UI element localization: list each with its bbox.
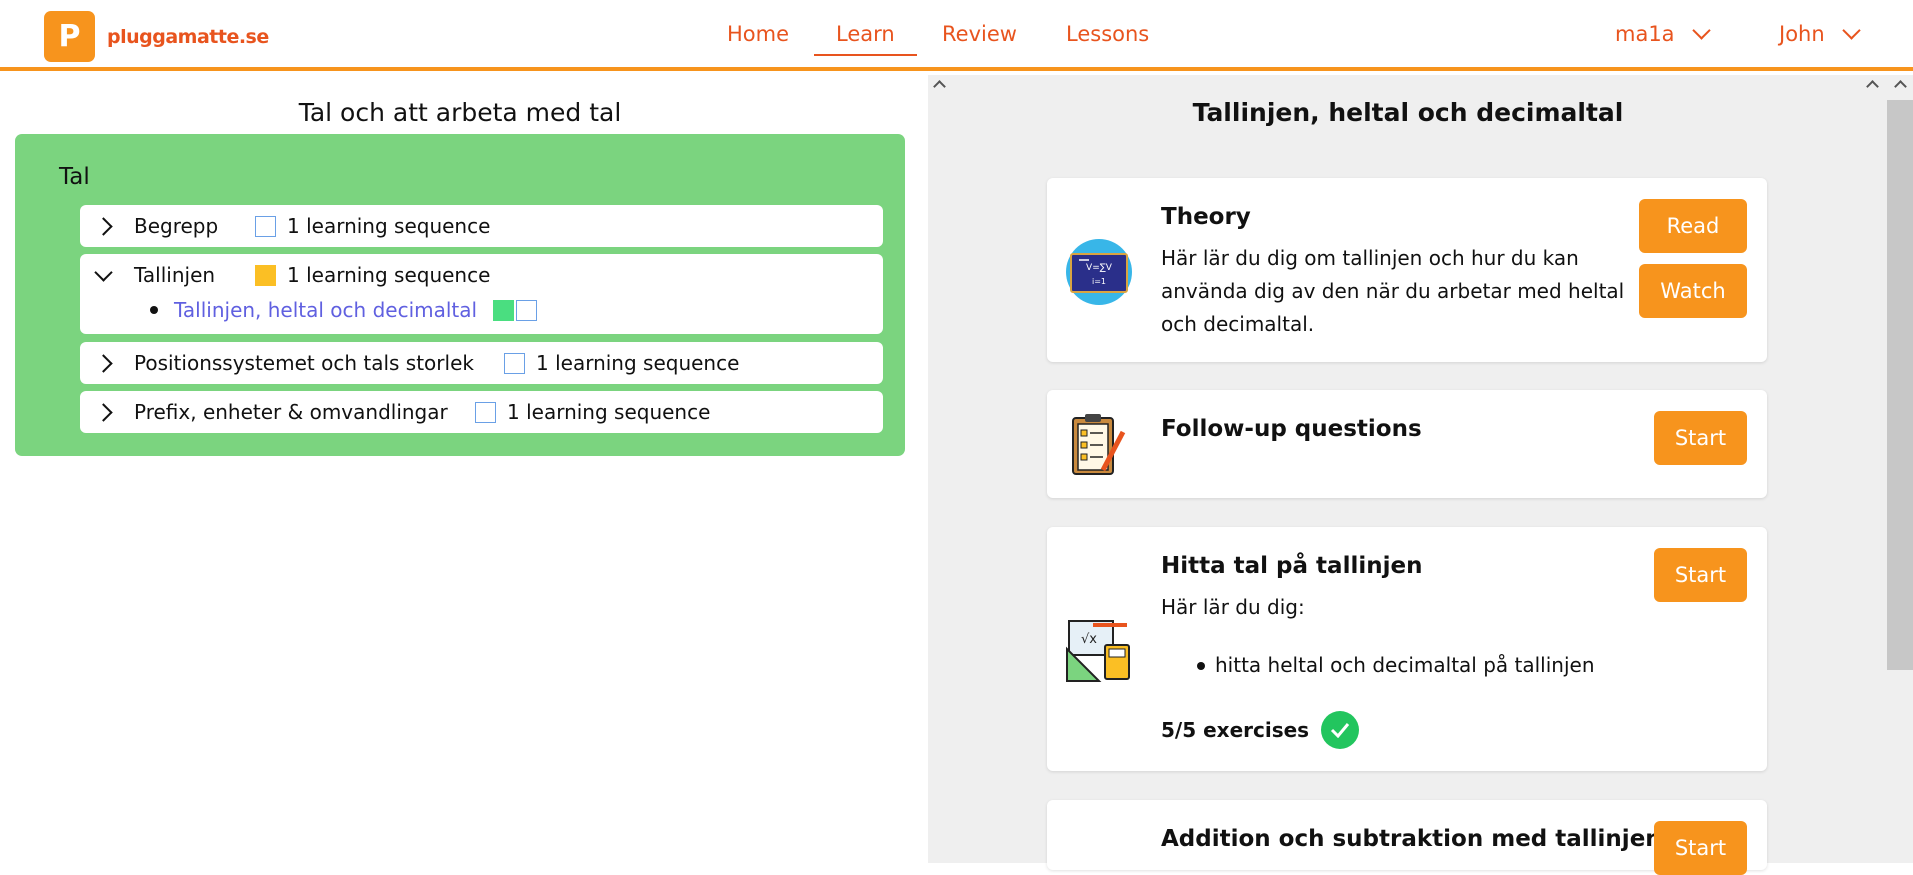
course-menu[interactable]: ma1a (1615, 20, 1711, 46)
section-panel: Tal Begrepp 1 learning sequence Tallinje… (15, 134, 905, 456)
topic-row-positionssystemet[interactable]: Positionssystemet och tals storlek 1 lea… (80, 342, 883, 384)
topic-label: Prefix, enheter & omvandlingar (134, 400, 448, 424)
card-title: Addition och subtraktion med tallinjen (1161, 826, 1662, 852)
sequence-status-icon (475, 401, 496, 423)
card-intro: Här lär du dig: (1161, 595, 1305, 619)
start-button[interactable]: Start (1654, 821, 1747, 875)
nav-review[interactable]: Review (942, 20, 1017, 54)
list-item: Tallinjen, heltal och decimaltal (150, 298, 538, 322)
chevron-down-icon[interactable] (94, 263, 113, 282)
user-menu[interactable]: John (1779, 20, 1861, 46)
exercise-card: √x Hitta tal på tallinjen Här lär du dig… (1047, 527, 1767, 771)
read-button[interactable]: Read (1639, 199, 1747, 253)
topic-label: Begrepp (134, 214, 219, 238)
topic-label: Tallinjen (134, 263, 216, 287)
chevron-down-icon (1841, 20, 1861, 40)
watch-button[interactable]: Watch (1639, 264, 1747, 318)
card-description: Här lär du dig om tallinjen och hur du k… (1161, 246, 1625, 336)
svg-text:i=1: i=1 (1092, 277, 1106, 286)
followup-card: Follow-up questions Start (1047, 390, 1767, 498)
sequence-count: 1 learning sequence (507, 400, 711, 424)
scrollbar-thumb[interactable] (1887, 100, 1913, 670)
lesson-title: Tallinjen, heltal och decimaltal (1192, 98, 1624, 127)
nav-learn[interactable]: Learn (814, 20, 917, 56)
card-title: Theory (1161, 204, 1251, 230)
exercise-card: Addition och subtraktion med tallinjen S… (1047, 800, 1767, 875)
sequence-status-icon (504, 352, 525, 374)
exercise-progress: 5/5 exercises (1161, 711, 1360, 749)
sequence-count: 1 learning sequence (287, 214, 491, 238)
start-button[interactable]: Start (1654, 548, 1747, 602)
user-menu-label: John (1779, 22, 1825, 46)
card-title: Follow-up questions (1161, 416, 1422, 442)
clipboard-icon (1072, 414, 1126, 475)
chevron-right-icon[interactable] (94, 353, 113, 373)
course-menu-label: ma1a (1615, 22, 1675, 46)
chapter-title: Tal och att arbeta med tal (298, 98, 622, 127)
top-header: P pluggamatte.se Home Learn Review Lesso… (0, 0, 1913, 71)
sequence-status-icon (255, 215, 276, 237)
nav-lessons[interactable]: Lessons (1066, 20, 1149, 54)
nav-home[interactable]: Home (727, 20, 789, 54)
progress-done-icon (493, 299, 515, 321)
progress-label: 5/5 exercises (1161, 717, 1310, 742)
topic-row-prefix[interactable]: Prefix, enheter & omvandlingar 1 learnin… (80, 391, 883, 433)
chevron-right-icon[interactable] (94, 216, 113, 236)
sequence-status-icon (255, 264, 276, 286)
checkmark-icon (1321, 711, 1360, 749)
sequence-count: 1 learning sequence (536, 351, 740, 375)
svg-text:√x: √x (1081, 632, 1097, 647)
sequence-count: 1 learning sequence (287, 263, 491, 287)
section-label: Tal (59, 164, 90, 190)
topic-row-begrepp[interactable]: Begrepp 1 learning sequence (80, 205, 883, 247)
topic-row-tallinjen[interactable]: Tallinjen 1 learning sequence Tallinjen,… (80, 254, 883, 334)
list-item: hitta heltal och decimaltal på tallinjen (1197, 649, 1595, 682)
card-title: Hitta tal på tallinjen (1161, 553, 1423, 579)
blackboard-icon: V=∑V i=1 (1066, 239, 1132, 305)
progress-empty-icon (516, 299, 538, 321)
topic-label: Positionssystemet och tals storlek (134, 351, 474, 375)
theory-card: V=∑V i=1 Theory Här lär du dig om tallin… (1047, 178, 1767, 362)
bullet-icon (1197, 661, 1205, 670)
bullet-icon (150, 306, 158, 314)
start-button[interactable]: Start (1654, 411, 1747, 465)
svg-text:V=∑V: V=∑V (1086, 263, 1113, 273)
sequence-link[interactable]: Tallinjen, heltal och decimaltal (174, 298, 477, 322)
chevron-right-icon[interactable] (94, 402, 113, 422)
math-tools-icon: √x (1066, 620, 1130, 682)
chevron-down-icon (1691, 20, 1711, 40)
